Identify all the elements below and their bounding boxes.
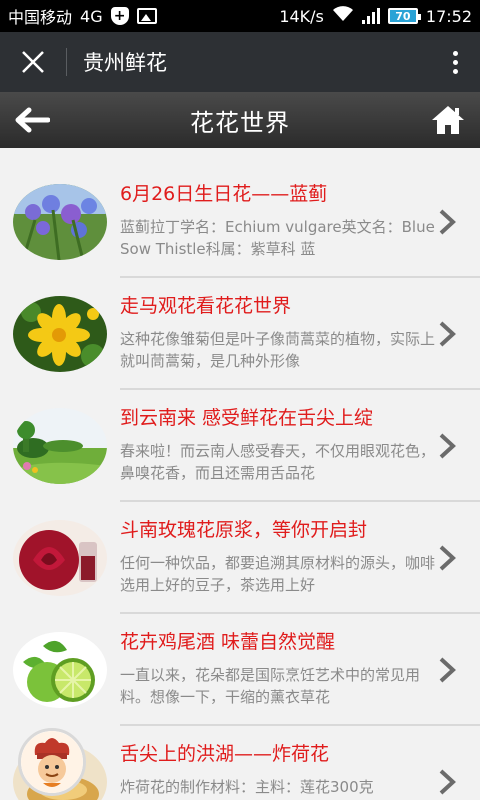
chevron-right-icon (439, 209, 456, 235)
close-button[interactable] (0, 32, 66, 92)
item-description: 蓝蓟拉丁学名：Echium vulgare英文名：Blue Sow Thistl… (120, 218, 435, 258)
list-item[interactable]: 斗南玫瑰花原浆，等你开启封 任何一种饮品，都要追溯其原材料的源头，咖啡选用上好的… (0, 502, 480, 614)
list-item[interactable]: 走马观花看花花世界 这种花像雏菊但是叶子像茼蒿菜的植物，实际上就叫茼蒿菊，是几种… (0, 278, 480, 390)
list-item[interactable]: 6月26日生日花——蓝蓟 蓝蓟拉丁学名：Echium vulgare英文名：Bl… (0, 166, 480, 278)
clock: 17:52 (425, 6, 472, 26)
shield-icon: + (110, 7, 129, 25)
item-title: 走马观花看花花世界 (120, 295, 292, 317)
status-bar: 中国移动 4G + 14K/s 70 17:52 (0, 0, 480, 32)
battery-level: 70 (395, 9, 411, 23)
chevron-right-icon (439, 321, 456, 347)
close-icon (22, 51, 44, 73)
home-icon (432, 106, 464, 134)
app-bar: 贵州鲜花 (0, 32, 480, 92)
item-title: 到云南来 感受鲜花在舌尖上绽 (120, 407, 374, 429)
more-menu-button[interactable] (430, 32, 480, 92)
item-title: 斗南玫瑰花原浆，等你开启封 (120, 519, 368, 541)
chevron-right-icon (439, 769, 456, 795)
page-title: 花花世界 (190, 108, 290, 137)
thumbnail-blue-flowers (13, 184, 107, 260)
page-header: 花花世界 (0, 92, 480, 148)
thumbnail-landscape (13, 408, 107, 484)
chevron-right-icon (439, 433, 456, 459)
wifi-icon (332, 6, 354, 26)
back-arrow-icon (15, 107, 50, 133)
list-item[interactable]: 舌尖上的洪湖——炸荷花 炸荷花的制作材料：主料：莲花300克 (0, 726, 480, 800)
item-description: 一直以来，花朵都是国际烹饪艺术中的常见用料。想像一下，干缩的薰衣草花 (120, 666, 421, 706)
battery-icon: 70 (387, 8, 421, 24)
signal-icon (361, 8, 380, 24)
home-button[interactable] (426, 98, 470, 142)
item-description: 炸荷花的制作材料：主料：莲花300克 (120, 778, 374, 796)
item-title: 6月26日生日花——蓝蓟 (120, 183, 328, 205)
list-item[interactable]: 花卉鸡尾酒 味蕾自然觉醒 一直以来，花朵都是国际烹饪艺术中的常见用料。想像一下，… (0, 614, 480, 726)
image-notification-icon (136, 8, 157, 24)
chef-avatar-button[interactable] (18, 728, 86, 796)
app-title: 贵州鲜花 (83, 51, 167, 75)
back-button[interactable] (10, 98, 54, 142)
thumbnail-rose (13, 520, 107, 596)
network-speed: 14K/s (279, 6, 324, 26)
chef-icon (21, 731, 83, 793)
item-description: 这种花像雏菊但是叶子像茼蒿菜的植物，实际上就叫茼蒿菊，是几种外形像 (120, 330, 436, 370)
carrier-label: 中国移动 (8, 8, 73, 27)
list-item[interactable]: 到云南来 感受鲜花在舌尖上绽 春来啦！而云南人感受春天，不仅用眼观花色，鼻嗅花香… (0, 390, 480, 502)
thumbnail-yellow-daisy (13, 296, 107, 372)
thumbnail-lime (13, 632, 107, 708)
item-title: 花卉鸡尾酒 味蕾自然觉醒 (120, 631, 336, 653)
chevron-right-icon (439, 545, 456, 571)
article-list: 6月26日生日花——蓝蓟 蓝蓟拉丁学名：Echium vulgare英文名：Bl… (0, 148, 480, 800)
item-description: 任何一种饮品，都要追溯其原材料的源头，咖啡选用上好的豆子，茶选用上好 (120, 554, 436, 594)
chevron-right-icon (439, 657, 456, 683)
network-label: 4G (80, 6, 103, 26)
item-title: 舌尖上的洪湖——炸荷花 (120, 743, 330, 765)
item-description: 春来啦！而云南人感受春天，不仅用眼观花色，鼻嗅花香，而且还需用舌品花 (120, 442, 436, 482)
